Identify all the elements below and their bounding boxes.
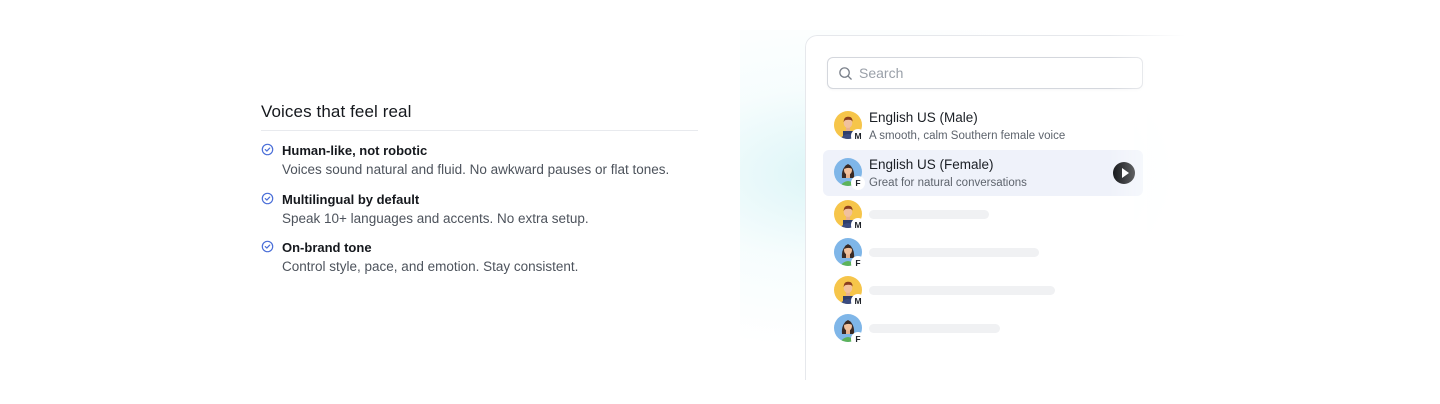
feature-description: Voices sound natural and fluid. No awkwa… — [282, 162, 670, 177]
skeleton-bar — [869, 248, 1039, 257]
skeleton-bar — [869, 210, 989, 219]
avatar: M — [834, 276, 865, 308]
circle-check-icon — [261, 143, 274, 156]
voice-picker-card: M English US (Male) A smooth, calm South… — [805, 35, 1185, 380]
voice-name: English US (Male) — [869, 110, 978, 125]
page: Voices that feel real Human-like, not ro… — [0, 0, 1440, 404]
voice-item-loading: F — [823, 234, 1143, 272]
feature-description: Speak 10+ languages and accents. No extr… — [282, 210, 589, 226]
voice-description: Great for natural conversations — [869, 176, 1027, 189]
voice-item-loading: M — [823, 272, 1143, 310]
avatar: F — [834, 157, 865, 190]
play-button[interactable] — [1113, 161, 1135, 184]
feature-title: Human-like, not robotic — [282, 143, 428, 158]
gender-badge: M — [851, 129, 865, 143]
feature-item: Human-like, not robotic Voices sound nat… — [261, 142, 698, 191]
feature-description: Control style, pace, and emotion. Stay c… — [282, 259, 579, 274]
gender-badge: M — [851, 218, 865, 232]
features-title: Voices that feel real — [261, 101, 698, 131]
voice-description: A smooth, calm Southern female voice — [869, 130, 1066, 142]
feature-item: Multilingual by default Speak 10+ langua… — [261, 191, 698, 240]
gender-badge: F — [851, 256, 865, 270]
feature-title: Multilingual by default — [282, 191, 420, 207]
circle-check-icon — [261, 192, 274, 204]
features-section: Voices that feel real Human-like, not ro… — [261, 101, 698, 288]
voice-list: M English US (Male) A smooth, calm South… — [823, 103, 1143, 348]
gender-badge: F — [851, 332, 865, 346]
search-icon — [839, 67, 852, 80]
circle-check-icon — [261, 240, 274, 253]
voice-item[interactable]: M English US (Male) A smooth, calm South… — [823, 103, 1143, 150]
gender-badge: F — [851, 175, 865, 190]
avatar: F — [834, 238, 865, 270]
search-box[interactable] — [827, 57, 1143, 89]
avatar: M — [834, 200, 865, 232]
gender-badge: M — [851, 294, 865, 308]
voice-name: English US (Female) — [869, 156, 994, 172]
voice-item-loading: M — [823, 196, 1143, 234]
voice-item-loading: F — [823, 310, 1143, 348]
skeleton-bar — [869, 324, 1000, 333]
feature-item: On-brand tone Control style, pace, and e… — [261, 239, 698, 288]
skeleton-bar — [869, 286, 1055, 295]
search-input[interactable] — [859, 58, 1135, 88]
feature-title: On-brand tone — [282, 240, 372, 255]
voice-item-selected[interactable]: F English US (Female) Great for natural … — [823, 149, 1143, 196]
avatar: M — [834, 111, 865, 143]
avatar: F — [834, 314, 865, 346]
feature-list: Human-like, not robotic Voices sound nat… — [261, 142, 698, 288]
